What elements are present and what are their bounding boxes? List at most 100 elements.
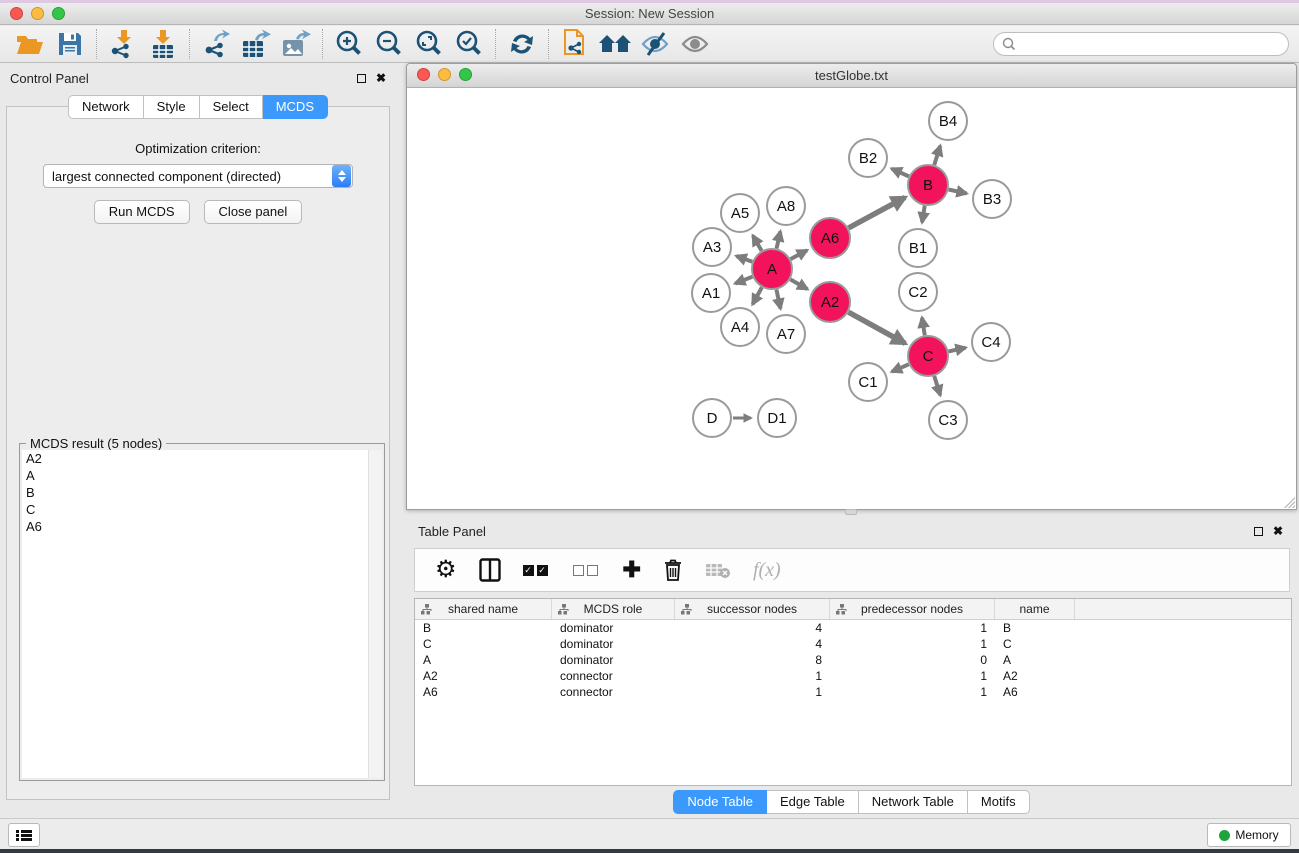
table-cell[interactable]: 1 xyxy=(675,669,830,683)
graph-edge[interactable] xyxy=(949,189,967,193)
open-file-icon[interactable] xyxy=(10,27,50,61)
graph-edge[interactable] xyxy=(934,146,940,165)
graph-node-A4[interactable]: A4 xyxy=(720,307,760,347)
tab-network[interactable]: Network xyxy=(68,95,144,119)
tab-edge-table[interactable]: Edge Table xyxy=(767,790,859,814)
graph-node-B4[interactable]: B4 xyxy=(928,101,968,141)
zoom-fit-icon[interactable] xyxy=(409,27,449,61)
network-canvas[interactable]: B4B2BB3A8A5A6A3B1AA1C2A2A4A7C4CC1DC3D1 xyxy=(407,88,1296,509)
tab-mcds[interactable]: MCDS xyxy=(263,95,328,119)
show-details-icon[interactable] xyxy=(675,27,715,61)
graph-node-A1[interactable]: A1 xyxy=(691,273,731,313)
table-row[interactable]: Bdominator41B xyxy=(415,620,1291,636)
graph-edge[interactable] xyxy=(892,364,909,371)
delete-row-icon[interactable] xyxy=(663,558,683,582)
show-column-icon[interactable] xyxy=(479,558,501,582)
network-maximize-button[interactable] xyxy=(459,68,472,81)
column-header[interactable]: MCDS role xyxy=(552,599,675,619)
column-header[interactable]: successor nodes xyxy=(675,599,830,619)
graph-edge[interactable] xyxy=(848,197,905,228)
table-row[interactable]: Adominator80A xyxy=(415,652,1291,668)
graph-node-A7[interactable]: A7 xyxy=(766,314,806,354)
graph-edge[interactable] xyxy=(753,287,762,304)
table-cell[interactable]: C xyxy=(995,637,1075,651)
graph-edge[interactable] xyxy=(776,290,780,309)
column-header[interactable]: name xyxy=(995,599,1075,619)
graph-node-A3[interactable]: A3 xyxy=(692,227,732,267)
table-row[interactable]: A2connector11A2 xyxy=(415,668,1291,684)
graph-node-A8[interactable]: A8 xyxy=(766,186,806,226)
graph-node-C[interactable]: C xyxy=(907,335,949,377)
search-box[interactable] xyxy=(993,32,1289,56)
import-network-icon[interactable] xyxy=(103,27,143,61)
table-cell[interactable]: dominator xyxy=(552,637,675,651)
select-all-icon[interactable]: ✓✓ xyxy=(523,565,551,576)
table-cell[interactable]: B xyxy=(415,621,552,635)
table-cell[interactable]: dominator xyxy=(552,653,675,667)
import-table-icon[interactable] xyxy=(143,27,183,61)
graph-edge[interactable] xyxy=(922,206,925,223)
column-header[interactable]: shared name xyxy=(415,599,552,619)
graph-node-C3[interactable]: C3 xyxy=(928,400,968,440)
node-table[interactable]: shared nameMCDS rolesuccessor nodesprede… xyxy=(414,598,1292,786)
close-window-button[interactable] xyxy=(10,7,23,20)
graph-edge[interactable] xyxy=(848,312,905,343)
table-cell[interactable]: A2 xyxy=(995,669,1075,683)
table-cell[interactable]: A xyxy=(415,653,552,667)
zoom-selected-icon[interactable] xyxy=(449,27,489,61)
graph-node-C1[interactable]: C1 xyxy=(848,362,888,402)
close-panel-icon[interactable]: ✖ xyxy=(376,72,386,84)
graph-node-C4[interactable]: C4 xyxy=(971,322,1011,362)
graph-edge[interactable] xyxy=(753,236,762,251)
tab-node-table[interactable]: Node Table xyxy=(673,790,767,814)
table-cell[interactable]: 4 xyxy=(675,637,830,651)
export-network-icon[interactable] xyxy=(196,27,236,61)
graph-node-B[interactable]: B xyxy=(907,164,949,206)
table-cell[interactable]: A2 xyxy=(415,669,552,683)
add-row-icon[interactable]: ✚ xyxy=(623,559,641,581)
table-cell[interactable]: 1 xyxy=(830,621,995,635)
graph-node-B1[interactable]: B1 xyxy=(898,228,938,268)
float-panel-icon[interactable] xyxy=(357,74,366,83)
minimize-window-button[interactable] xyxy=(31,7,44,20)
hide-details-icon[interactable] xyxy=(635,27,675,61)
new-network-icon[interactable] xyxy=(555,27,595,61)
graph-edge[interactable] xyxy=(892,169,909,177)
mcds-result-item[interactable]: A xyxy=(22,467,382,484)
maximize-window-button[interactable] xyxy=(52,7,65,20)
tab-select[interactable]: Select xyxy=(200,95,263,119)
table-cell[interactable]: connector xyxy=(552,669,675,683)
float-table-panel-icon[interactable] xyxy=(1254,527,1263,536)
graph-edge[interactable] xyxy=(777,231,781,248)
graph-node-A5[interactable]: A5 xyxy=(720,193,760,233)
graph-edge[interactable] xyxy=(736,256,752,262)
graph-node-A[interactable]: A xyxy=(751,248,793,290)
home-layout-icon[interactable] xyxy=(595,27,635,61)
table-cell[interactable]: B xyxy=(995,621,1075,635)
memory-button[interactable]: Memory xyxy=(1207,823,1291,847)
close-panel-button[interactable]: Close panel xyxy=(204,200,303,224)
table-cell[interactable]: A xyxy=(995,653,1075,667)
window-resize-grip[interactable] xyxy=(1281,494,1295,508)
mcds-result-item[interactable]: A2 xyxy=(22,450,382,467)
table-cell[interactable]: 4 xyxy=(675,621,830,635)
unselect-all-icon[interactable] xyxy=(573,565,601,576)
tab-network-table[interactable]: Network Table xyxy=(859,790,968,814)
table-cell[interactable]: 8 xyxy=(675,653,830,667)
network-window-titlebar[interactable]: testGlobe.txt xyxy=(407,64,1296,88)
table-cell[interactable]: 1 xyxy=(830,669,995,683)
zoom-out-icon[interactable] xyxy=(369,27,409,61)
mcds-result-item[interactable]: A6 xyxy=(22,518,382,535)
run-mcds-button[interactable]: Run MCDS xyxy=(94,200,190,224)
table-cell[interactable]: A6 xyxy=(995,685,1075,699)
graph-node-A2[interactable]: A2 xyxy=(809,281,851,323)
tab-style[interactable]: Style xyxy=(144,95,200,119)
tab-motifs[interactable]: Motifs xyxy=(968,790,1030,814)
graph-edge[interactable] xyxy=(735,277,752,284)
table-cell[interactable]: 1 xyxy=(675,685,830,699)
graph-node-B2[interactable]: B2 xyxy=(848,138,888,178)
panel-splitter-handle[interactable] xyxy=(845,509,857,515)
network-minimize-button[interactable] xyxy=(438,68,451,81)
table-cell[interactable]: C xyxy=(415,637,552,651)
graph-node-D[interactable]: D xyxy=(692,398,732,438)
